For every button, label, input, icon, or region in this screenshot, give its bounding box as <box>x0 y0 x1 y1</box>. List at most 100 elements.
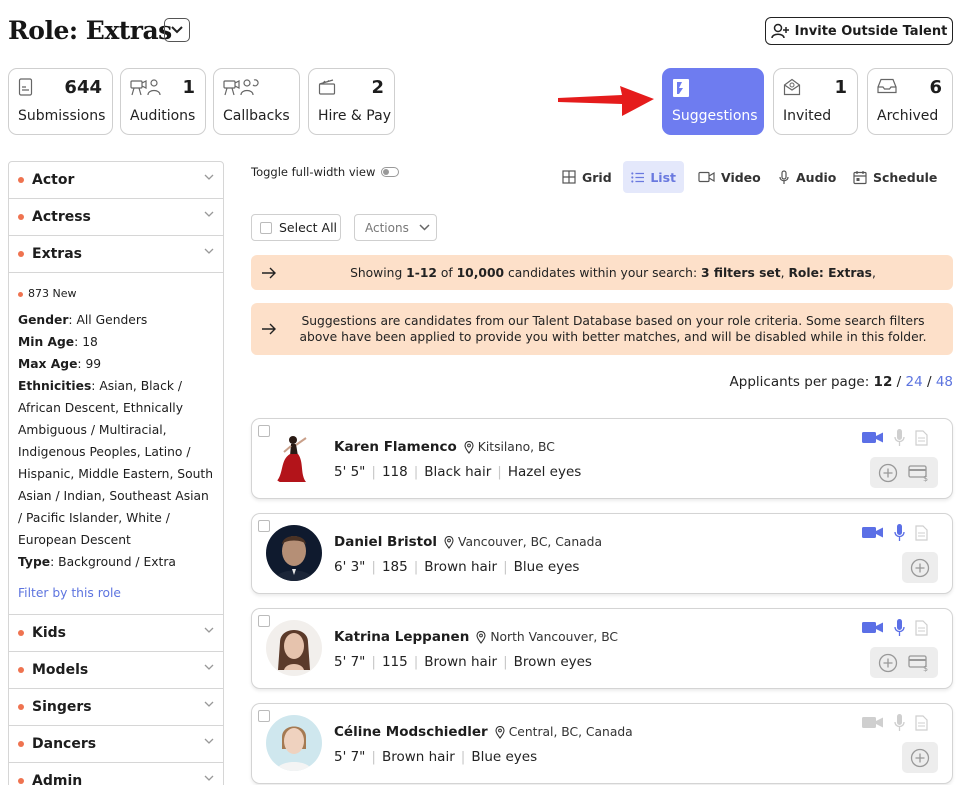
video-camera-icon[interactable] <box>862 621 884 634</box>
tab-video[interactable]: Video <box>690 161 769 193</box>
results-prefix: Showing <box>350 265 407 280</box>
tab-audio[interactable]: Audio <box>770 161 844 193</box>
candidate-checkbox[interactable] <box>258 710 270 722</box>
add-circle-icon[interactable] <box>910 748 930 768</box>
candidate-checkbox[interactable] <box>258 615 270 627</box>
add-circle-icon[interactable] <box>910 558 930 578</box>
candidate-checkbox[interactable] <box>258 425 270 437</box>
annotation-arrow-icon <box>558 86 654 116</box>
sidebar-item-label: Admin <box>32 773 83 785</box>
portrait-photo-icon <box>266 525 322 581</box>
filter-by-role-link[interactable]: Filter by this role <box>18 582 214 604</box>
sidebar-item-actor[interactable]: Actor <box>9 162 223 199</box>
per-page-label: Applicants per page: <box>729 374 874 390</box>
stat-label: Callbacks <box>223 108 290 124</box>
attr-weight: 118 <box>381 464 408 480</box>
candidate-card[interactable]: Céline Modschiedler Central, BC, Canada … <box>251 703 953 784</box>
stat-auditions[interactable]: 1 Auditions <box>120 68 206 135</box>
min-age-label: Min Age <box>18 335 75 349</box>
sidebar-item-dancers[interactable]: Dancers <box>9 726 223 763</box>
min-age-row: Min Age: 18 <box>18 331 214 353</box>
sidebar-item-models[interactable]: Models <box>9 652 223 689</box>
add-circle-icon[interactable] <box>878 653 898 673</box>
microphone-icon <box>894 429 905 446</box>
candidate-name[interactable]: Céline Modschiedler <box>334 724 488 740</box>
per-page-48-link[interactable]: 48 <box>936 374 953 390</box>
avatar[interactable] <box>266 525 322 581</box>
candidate-header: Daniel Bristol Vancouver, BC, Canada <box>334 534 602 550</box>
stat-invited[interactable]: 1 Invited <box>773 68 858 135</box>
tab-list[interactable]: List <box>623 161 684 193</box>
actions-dropdown[interactable]: Actions <box>354 214 437 241</box>
list-icon <box>631 171 645 183</box>
location-text: Kitsilano, BC <box>477 440 555 454</box>
media-indicators <box>862 524 928 541</box>
add-circle-icon[interactable] <box>878 463 898 483</box>
results-role: Role: Extras <box>788 265 872 280</box>
stat-archived[interactable]: 6 Archived <box>867 68 953 135</box>
stat-label: Submissions <box>18 108 106 124</box>
media-indicators <box>862 619 928 636</box>
role-dropdown-button[interactable] <box>164 18 190 42</box>
payment-card-icon[interactable]: $ <box>908 464 930 482</box>
stat-submissions[interactable]: 644 Submissions <box>8 68 113 135</box>
toggle-label: Toggle full-width view <box>251 165 376 179</box>
select-all-checkbox[interactable] <box>260 221 272 234</box>
attr-weight: 185 <box>381 559 408 575</box>
document-icon <box>915 524 928 541</box>
candidate-card[interactable]: Karen Flamenco Kitsilano, BC 5' 5" | 118 | B… <box>251 418 953 499</box>
select-all-button[interactable]: Select All <box>251 214 341 241</box>
avatar[interactable] <box>266 715 322 771</box>
candidate-card[interactable]: Katrina Leppanen North Vancouver, BC 5' … <box>251 608 953 689</box>
full-width-toggle[interactable]: Toggle full-width view <box>251 165 400 179</box>
ethnicities-label: Ethnicities <box>18 379 92 393</box>
type-row: Type: Background / Extra <box>18 551 214 573</box>
ethnicities-row: Ethnicities: Asian, Black / African Desc… <box>18 375 214 551</box>
stat-count: 2 <box>371 77 384 98</box>
sidebar-item-admin[interactable]: Admin <box>9 763 223 785</box>
candidate-name[interactable]: Karen Flamenco <box>334 439 457 455</box>
candidate-name[interactable]: Daniel Bristol <box>334 534 437 550</box>
toggle-switch[interactable] <box>381 167 400 177</box>
stat-hire-pay[interactable]: 2 Hire & Pay <box>308 68 395 135</box>
per-page-current: 12 <box>873 374 893 390</box>
candidate-name[interactable]: Katrina Leppanen <box>334 629 469 645</box>
candidate-attributes: 5' 7" | Brown hair | Blue eyes <box>334 749 537 765</box>
avatar[interactable] <box>266 430 322 486</box>
location-pin-icon <box>464 440 474 454</box>
stat-label: Suggestions <box>672 108 758 124</box>
sidebar-item-actress[interactable]: Actress <box>9 199 223 236</box>
attr-hair: Black hair <box>424 464 492 480</box>
envelope-icon <box>783 78 801 96</box>
stat-suggestions[interactable]: Suggestions <box>662 68 764 135</box>
tab-grid[interactable]: Grid <box>554 161 620 193</box>
chevron-down-icon <box>204 248 214 254</box>
stat-count: 644 <box>64 77 102 98</box>
attr-hair: Brown hair <box>381 749 455 765</box>
select-all-label: Select All <box>279 220 338 235</box>
invite-outside-talent-button[interactable]: Invite Outside Talent <box>765 17 953 45</box>
sidebar-item-kids[interactable]: Kids <box>9 615 223 652</box>
video-camera-icon[interactable] <box>862 431 884 444</box>
avatar[interactable] <box>266 620 322 676</box>
payment-card-icon[interactable]: $ <box>908 654 930 672</box>
attr-separator: | <box>497 464 502 480</box>
tab-schedule[interactable]: Schedule <box>845 161 945 193</box>
sidebar-item-singers[interactable]: Singers <box>9 689 223 726</box>
attr-separator: | <box>371 654 376 670</box>
sidebar-item-label: Extras <box>32 246 82 262</box>
location-text: Central, BC, Canada <box>508 725 633 739</box>
video-camera-icon <box>698 171 715 183</box>
sidebar-item-extras[interactable]: Extras <box>9 236 223 273</box>
candidate-card[interactable]: Daniel Bristol Vancouver, BC, Canada 6' … <box>251 513 953 594</box>
candidate-checkbox[interactable] <box>258 520 270 532</box>
video-camera-icon[interactable] <box>862 526 884 539</box>
microphone-icon[interactable] <box>894 524 905 541</box>
microphone-icon[interactable] <box>894 619 905 636</box>
chevron-down-icon <box>204 211 214 217</box>
per-page-24-link[interactable]: 24 <box>905 374 922 390</box>
sidebar-item-label: Kids <box>32 625 67 641</box>
type-label: Type <box>18 555 51 569</box>
dancer-photo-icon <box>266 430 322 486</box>
stat-callbacks[interactable]: Callbacks <box>213 68 300 135</box>
